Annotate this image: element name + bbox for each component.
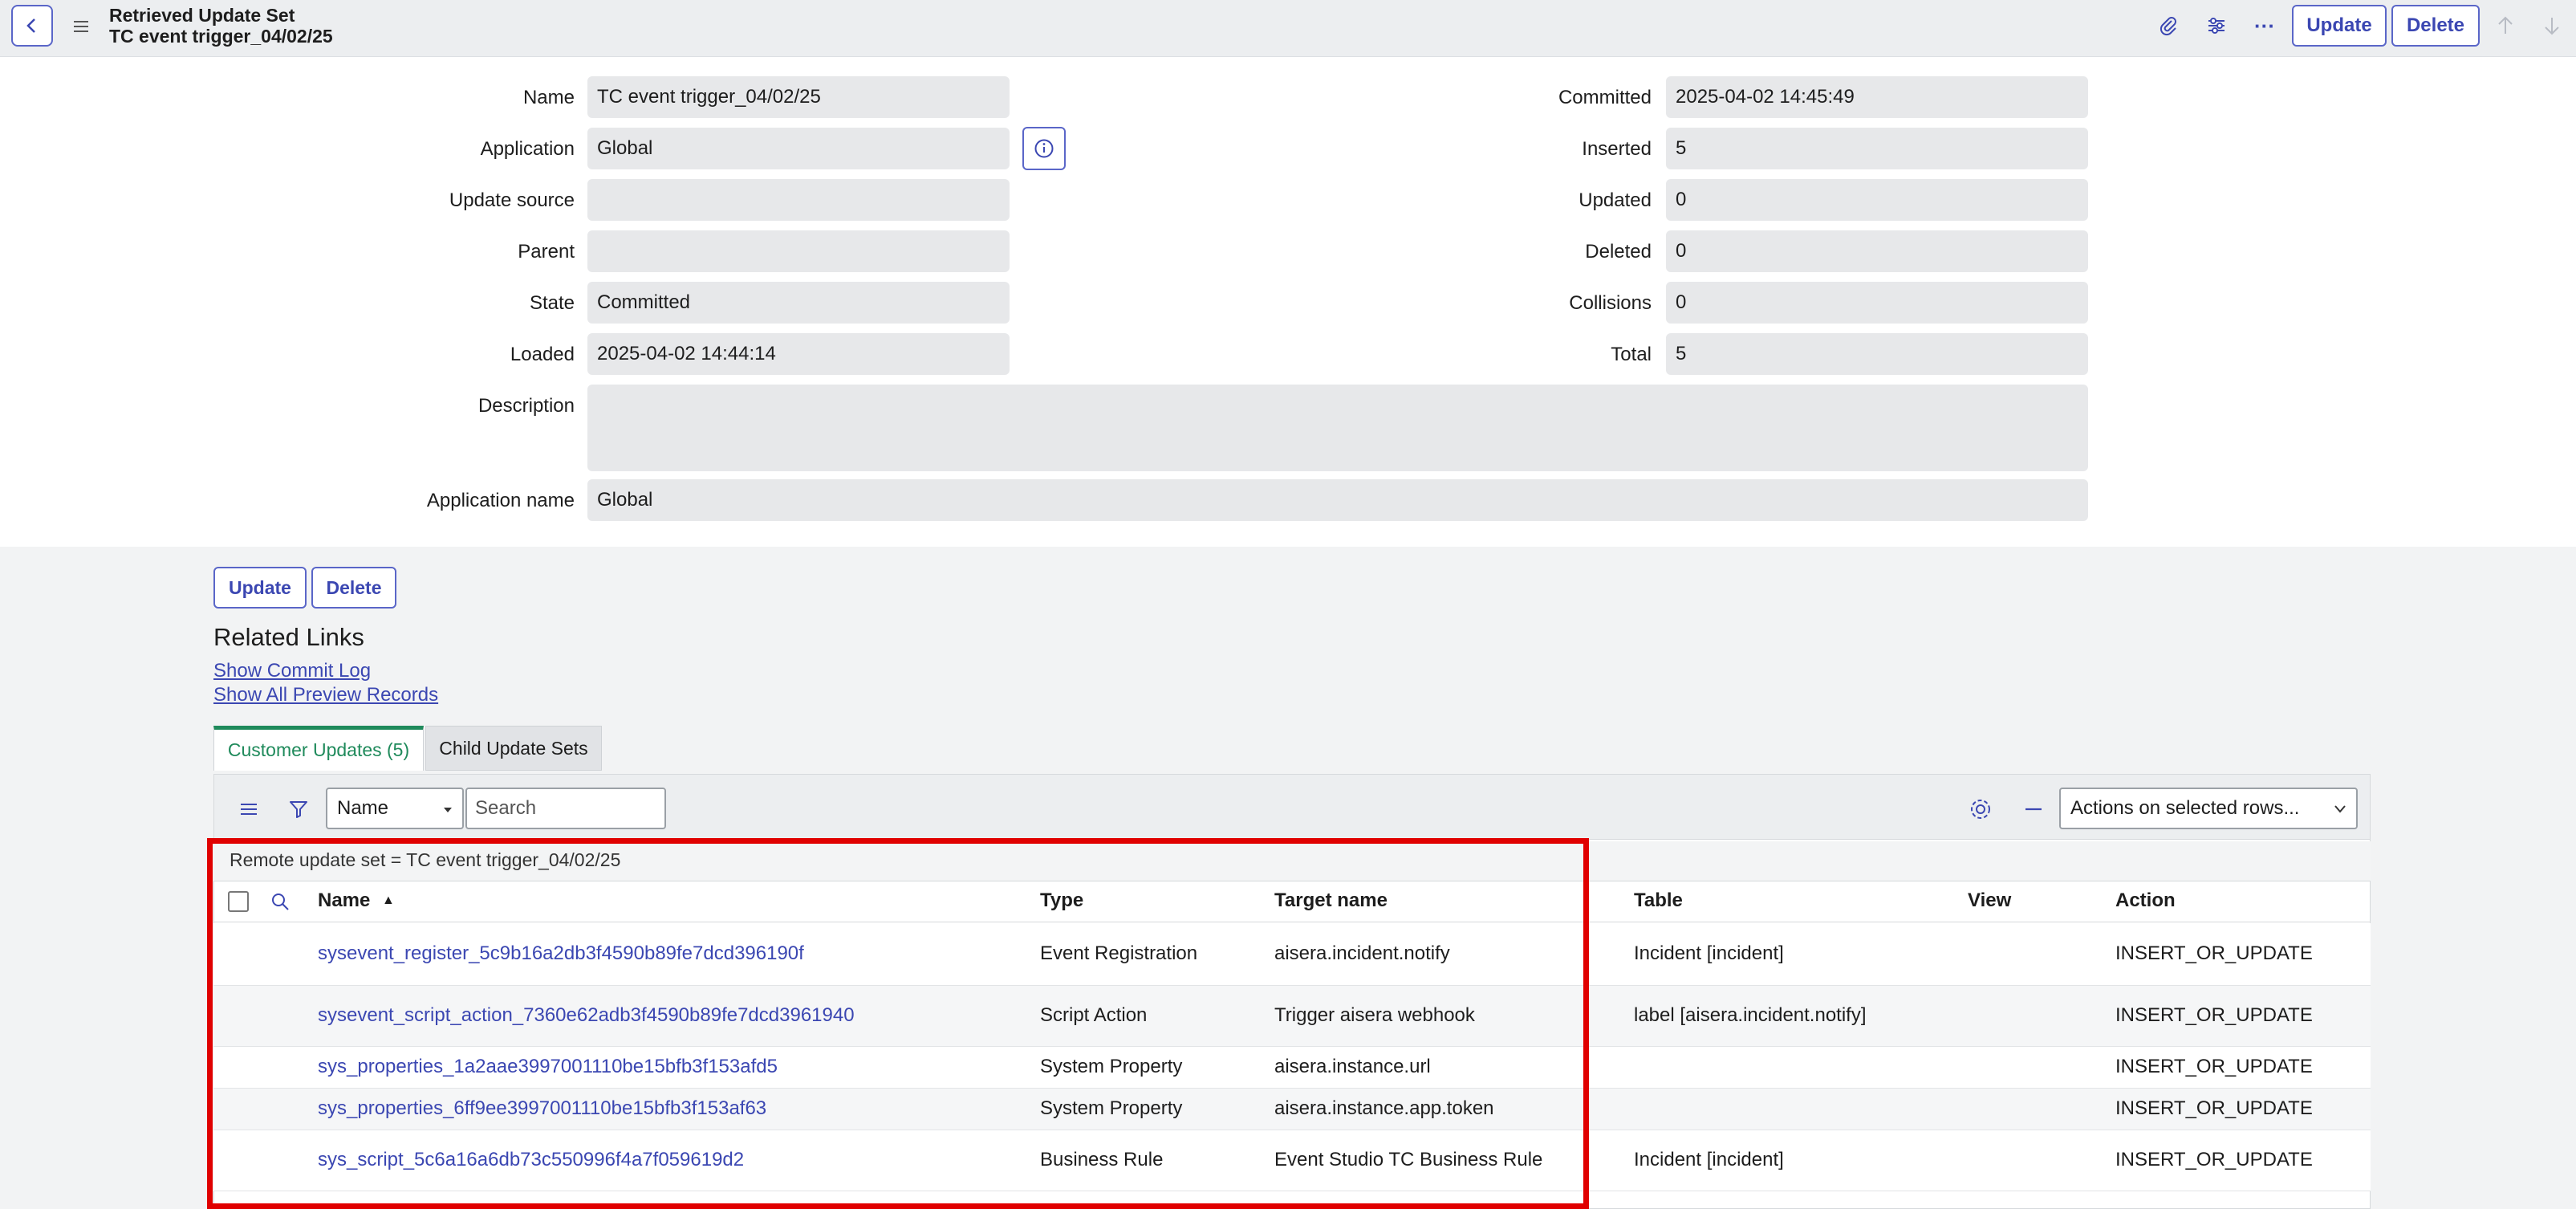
inserted-label: Inserted [1582, 138, 1652, 160]
chevron-down-icon [2334, 805, 2346, 813]
collisions-field[interactable]: 0 [1666, 282, 2088, 324]
back-icon [26, 18, 35, 33]
row-name-link[interactable]: sys_properties_6ff9ee3997001110be15bfb3f… [318, 1097, 766, 1120]
row-type: Business Rule [1040, 1149, 1164, 1170]
name-field[interactable]: TC event trigger_04/02/25 [587, 76, 1010, 118]
description-label: Description [477, 395, 575, 417]
row-type: System Property [1040, 1097, 1183, 1119]
row-type: Event Registration [1040, 942, 1198, 964]
row-table: Incident [incident] [1634, 1149, 1784, 1170]
column-header-name[interactable]: Name ▲ [318, 889, 395, 912]
search-field-select[interactable]: Name [326, 788, 464, 829]
updated-label: Updated [1579, 189, 1652, 211]
row-target-name: Trigger aisera webhook [1274, 1004, 1475, 1026]
related-links-title: Related Links [213, 623, 364, 651]
update-button[interactable]: Update [2292, 5, 2387, 47]
column-header-name-label: Name [318, 889, 371, 911]
form-header: Retrieved Update Set TC event trigger_04… [0, 0, 2576, 57]
row-action: INSERT_OR_UPDATE [2115, 1056, 2313, 1077]
gear-icon[interactable] [1968, 796, 1993, 822]
column-header-action[interactable]: Action [2115, 889, 2176, 912]
settings-sliders-icon[interactable] [2202, 11, 2231, 40]
row-action: INSERT_OR_UPDATE [2115, 1004, 2313, 1026]
deleted-field[interactable]: 0 [1666, 230, 2088, 272]
row-type: System Property [1040, 1056, 1183, 1077]
column-header-view[interactable]: View [1968, 889, 2011, 912]
state-field[interactable]: Committed [587, 282, 1010, 324]
row-type: Script Action [1040, 1004, 1148, 1026]
row-name-link[interactable]: sys_script_5c6a16a6db73c550996f4a7f05961… [318, 1149, 744, 1171]
show-all-preview-records-link[interactable]: Show All Preview Records [213, 684, 438, 706]
row-action: INSERT_OR_UPDATE [2115, 942, 2313, 964]
row-action: INSERT_OR_UPDATE [2115, 1149, 2313, 1170]
record-name-title: TC event trigger_04/02/25 [109, 26, 333, 47]
row-name-link[interactable]: sysevent_script_action_7360e62adb3f4590b… [318, 1004, 855, 1027]
description-field[interactable] [587, 385, 2088, 471]
row-table: Incident [incident] [1634, 942, 1784, 964]
actions-select-value: Actions on selected rows... [2070, 797, 2300, 819]
total-label: Total [1611, 344, 1652, 365]
loaded-field[interactable]: 2025-04-02 14:44:14 [587, 333, 1010, 375]
search-icon[interactable] [270, 891, 291, 912]
committed-label: Committed [1558, 87, 1652, 108]
show-commit-log-link[interactable]: Show Commit Log [213, 660, 371, 682]
row-target-name: aisera.instance.app.token [1274, 1097, 1494, 1119]
application-field[interactable]: Global [587, 128, 1010, 169]
loaded-label: Loaded [510, 344, 575, 365]
row-table: label [aisera.incident.notify] [1634, 1004, 1867, 1026]
tab-child-update-sets[interactable]: Child Update Sets [425, 726, 602, 771]
inserted-field[interactable]: 5 [1666, 128, 2088, 169]
form-delete-button[interactable]: Delete [311, 567, 396, 609]
info-icon [1034, 139, 1054, 158]
paperclip-icon[interactable] [2154, 11, 2183, 40]
state-label: State [529, 292, 575, 314]
hamburger-icon[interactable] [71, 16, 91, 37]
row-name-link[interactable]: sys_properties_1a2aae3997001110be15bfb3f… [318, 1056, 778, 1078]
application-name-label: Application name [426, 490, 575, 511]
hamburger-icon[interactable] [238, 798, 260, 820]
application-label: Application [480, 138, 575, 160]
column-header-target-name[interactable]: Target name [1274, 889, 1388, 912]
application-info-button[interactable] [1022, 127, 1066, 170]
search-input[interactable] [465, 788, 666, 829]
row-target-name: aisera.incident.notify [1274, 942, 1450, 964]
row-target-name: Event Studio TC Business Rule [1274, 1149, 1543, 1170]
collisions-label: Collisions [1569, 292, 1652, 314]
delete-button[interactable]: Delete [2391, 5, 2480, 47]
arrow-down-icon[interactable] [2537, 11, 2566, 40]
application-name-field[interactable]: Global [587, 479, 2088, 521]
updated-field[interactable]: 0 [1666, 179, 2088, 221]
form-update-button[interactable]: Update [213, 567, 307, 609]
committed-field[interactable]: 2025-04-02 14:45:49 [1666, 76, 2088, 118]
select-all-checkbox[interactable] [228, 891, 249, 912]
search-field-select-value: Name [337, 797, 389, 819]
tab-customer-updates[interactable]: Customer Updates (5) [213, 726, 424, 771]
deleted-label: Deleted [1585, 241, 1652, 263]
total-field[interactable]: 5 [1666, 333, 2088, 375]
column-header-table[interactable]: Table [1634, 889, 1683, 912]
row-action: INSERT_OR_UPDATE [2115, 1097, 2313, 1119]
back-button[interactable] [11, 5, 53, 47]
chevron-down-icon [444, 808, 452, 812]
breadcrumb[interactable]: Remote update set = TC event trigger_04/… [230, 849, 620, 871]
parent-label: Parent [518, 241, 575, 263]
update-source-label: Update source [449, 189, 575, 211]
filter-icon[interactable] [287, 798, 310, 820]
update-source-field[interactable] [587, 179, 1010, 221]
name-label: Name [522, 87, 575, 108]
sort-ascending-icon: ▲ [382, 894, 395, 907]
collapse-icon[interactable] [2021, 796, 2046, 822]
actions-select[interactable]: Actions on selected rows... [2059, 788, 2358, 829]
more-icon[interactable]: ··· [2250, 11, 2279, 40]
row-target-name: aisera.instance.url [1274, 1056, 1431, 1077]
parent-field[interactable] [587, 230, 1010, 272]
record-type-title: Retrieved Update Set [109, 5, 295, 26]
row-name-link[interactable]: sysevent_register_5c9b16a2db3f4590b89fe7… [318, 942, 804, 965]
column-header-type[interactable]: Type [1040, 889, 1083, 912]
arrow-up-icon[interactable] [2491, 11, 2520, 40]
